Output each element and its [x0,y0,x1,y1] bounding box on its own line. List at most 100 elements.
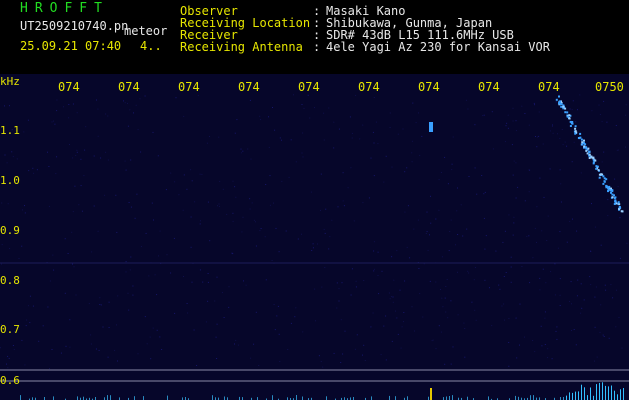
noise-dot [426,211,428,213]
noise-dot [412,102,414,104]
noise-dot [450,363,452,365]
noise-dot [130,256,132,258]
noise-dot [218,205,220,207]
signal-bar [446,396,447,400]
noise-dot [373,241,375,243]
noise-dot [107,356,109,358]
noise-dot [377,275,379,276]
noise-dot [413,228,415,230]
noise-dot [465,99,467,101]
trace-dot [579,136,582,139]
noise-dot [125,261,127,263]
signal-bar [605,385,606,400]
noise-dot [535,136,536,137]
noise-dot [447,183,449,185]
noise-dot [532,340,534,341]
trace-dot [588,151,591,154]
noise-dot [404,211,406,213]
noise-dot [560,183,562,185]
noise-dot [234,186,236,188]
noise-dot [127,125,129,127]
noise-dot [259,230,261,232]
noise-dot [199,173,201,175]
signal-bar [590,387,591,400]
noise-dot [336,307,338,309]
trace-dot [610,191,612,194]
noise-dot [95,348,97,350]
signal-bar [569,392,570,400]
noise-dot [153,219,154,221]
count-label: 4.. [140,39,162,53]
noise-dot [616,149,618,151]
noise-dot [199,269,201,271]
noise-dot [321,286,323,288]
noise-dot [312,243,314,245]
noise-dot [191,281,193,283]
noise-dot [323,112,325,114]
noise-dot [621,347,623,349]
noise-dot [457,234,459,235]
noise-dot [190,169,192,171]
noise-dot [466,228,468,230]
noise-dot [457,271,458,273]
noise-dot [510,266,512,268]
noise-dot [403,321,404,323]
noise-dot [145,232,147,234]
noise-dot [159,230,161,232]
noise-dot [355,94,357,96]
noise-dot [116,324,117,326]
noise-dot [464,328,466,329]
noise-dot [569,108,571,110]
noise-dot [425,233,427,234]
noise-dot [9,248,11,249]
noise-dot [166,254,168,256]
noise-dot [377,143,379,145]
noise-dot [389,127,391,128]
noise-dot [590,284,592,286]
noise-dot [528,235,530,237]
noise-dot [7,355,9,357]
noise-dot [328,107,330,109]
noise-dot [260,228,262,229]
trace-dot [583,139,585,142]
noise-dot [583,299,585,301]
noise-dot [504,141,506,143]
signal-bar [452,395,453,400]
noise-dot [505,272,507,273]
noise-dot [228,286,230,288]
noise-dot [242,216,244,218]
signal-bar [599,382,600,400]
noise-dot [445,286,447,287]
signal-bar [602,382,603,400]
noise-dot [108,327,110,328]
noise-dot [577,109,578,111]
noise-dot [250,357,252,359]
signal-bar [608,386,609,400]
noise-dot [589,276,591,278]
noise-dot [219,180,221,182]
noise-dot [6,162,8,164]
noise-dot [150,358,152,360]
noise-dot [411,306,413,308]
noise-dot [338,300,340,302]
noise-dot [626,242,628,244]
noise-dot [363,280,365,281]
trace-dot [594,159,597,162]
noise-dot [430,222,432,224]
noise-dot [349,116,351,118]
noise-dot [581,307,583,309]
noise-dot [249,208,251,210]
noise-dot [99,297,101,299]
noise-dot [473,279,475,281]
noise-dot [97,230,99,232]
signal-bar [20,395,21,400]
noise-dot [156,294,158,296]
noise-dot [333,147,335,149]
noise-dot [264,236,266,238]
trace-dot [588,157,591,159]
noise-dot [512,120,514,122]
noise-dot [618,317,620,318]
noise-dot [484,279,486,281]
noise-dot [69,319,71,321]
noise-dot [409,257,411,259]
